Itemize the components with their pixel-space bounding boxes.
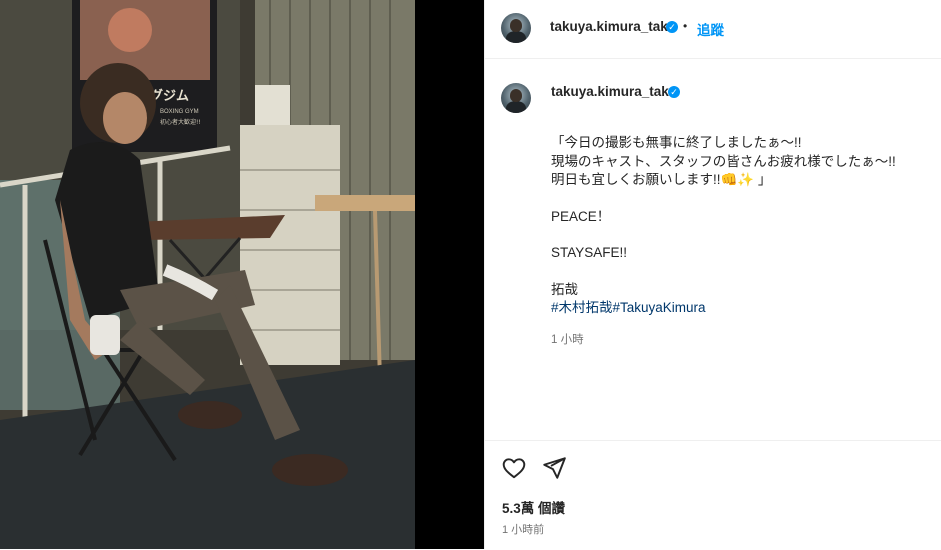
photo-illustration: グジム BOXING GYM 初心者大歓迎!! — [0, 0, 415, 549]
poster-sub: BOXING GYM — [160, 109, 199, 115]
header-username[interactable]: takuya.kimura_tak — [550, 19, 668, 34]
caption-text: 「今日の撮影も無事に終了しましたぁ〜!! 現場のキャスト、スタッフの皆さんお疲れ… — [551, 134, 921, 318]
post-media-pane: グジム BOXING GYM 初心者大歓迎!! — [0, 0, 484, 549]
caption-hashtags: #木村拓哉#TakuyaKimura — [551, 299, 921, 318]
caption-username[interactable]: takuya.kimura_tak — [551, 84, 669, 99]
verified-badge-icon: ✓ — [666, 21, 678, 33]
header-separator: • — [683, 19, 688, 33]
caption-line: 拓哉 — [551, 281, 578, 297]
likes-count[interactable]: 5.3萬 個讚 — [502, 497, 565, 517]
post-header: takuya.kimura_tak ✓ • 追蹤 — [485, 0, 941, 59]
post-photo[interactable]: グジム BOXING GYM 初心者大歓迎!! — [0, 0, 415, 549]
avatar[interactable] — [501, 13, 531, 43]
caption-avatar[interactable] — [501, 83, 531, 113]
heart-icon[interactable] — [501, 455, 527, 481]
caption-line: STAYSAFE!! — [551, 245, 628, 260]
post-actions: 5.3萬 個讚 1 小時前 — [485, 440, 941, 550]
hashtag-link[interactable]: #TakuyaKimura — [613, 300, 706, 315]
caption-timestamp[interactable]: 1 小時 — [551, 331, 584, 347]
hashtag-link[interactable]: #木村拓哉 — [551, 300, 613, 315]
caption-verified-badge-icon: ✓ — [668, 86, 680, 98]
caption-line: 「今日の撮影も無事に終了しましたぁ〜!! — [551, 135, 802, 150]
caption-line: PEACE！ — [551, 208, 611, 224]
caption-line: 明日も宜しくお願いします!!👊✨ 」 — [551, 172, 772, 187]
caption-line: 現場のキャスト、スタッフの皆さんお疲れ様でしたぁ〜!! — [551, 153, 896, 169]
post-timestamp[interactable]: 1 小時前 — [502, 521, 544, 537]
poster-sub2: 初心者大歓迎!! — [160, 118, 201, 126]
follow-button[interactable]: 追蹤 — [697, 19, 724, 39]
send-icon[interactable] — [541, 455, 567, 481]
post-side-panel: takuya.kimura_tak ✓ • 追蹤 takuya.kimura_t… — [484, 0, 941, 549]
